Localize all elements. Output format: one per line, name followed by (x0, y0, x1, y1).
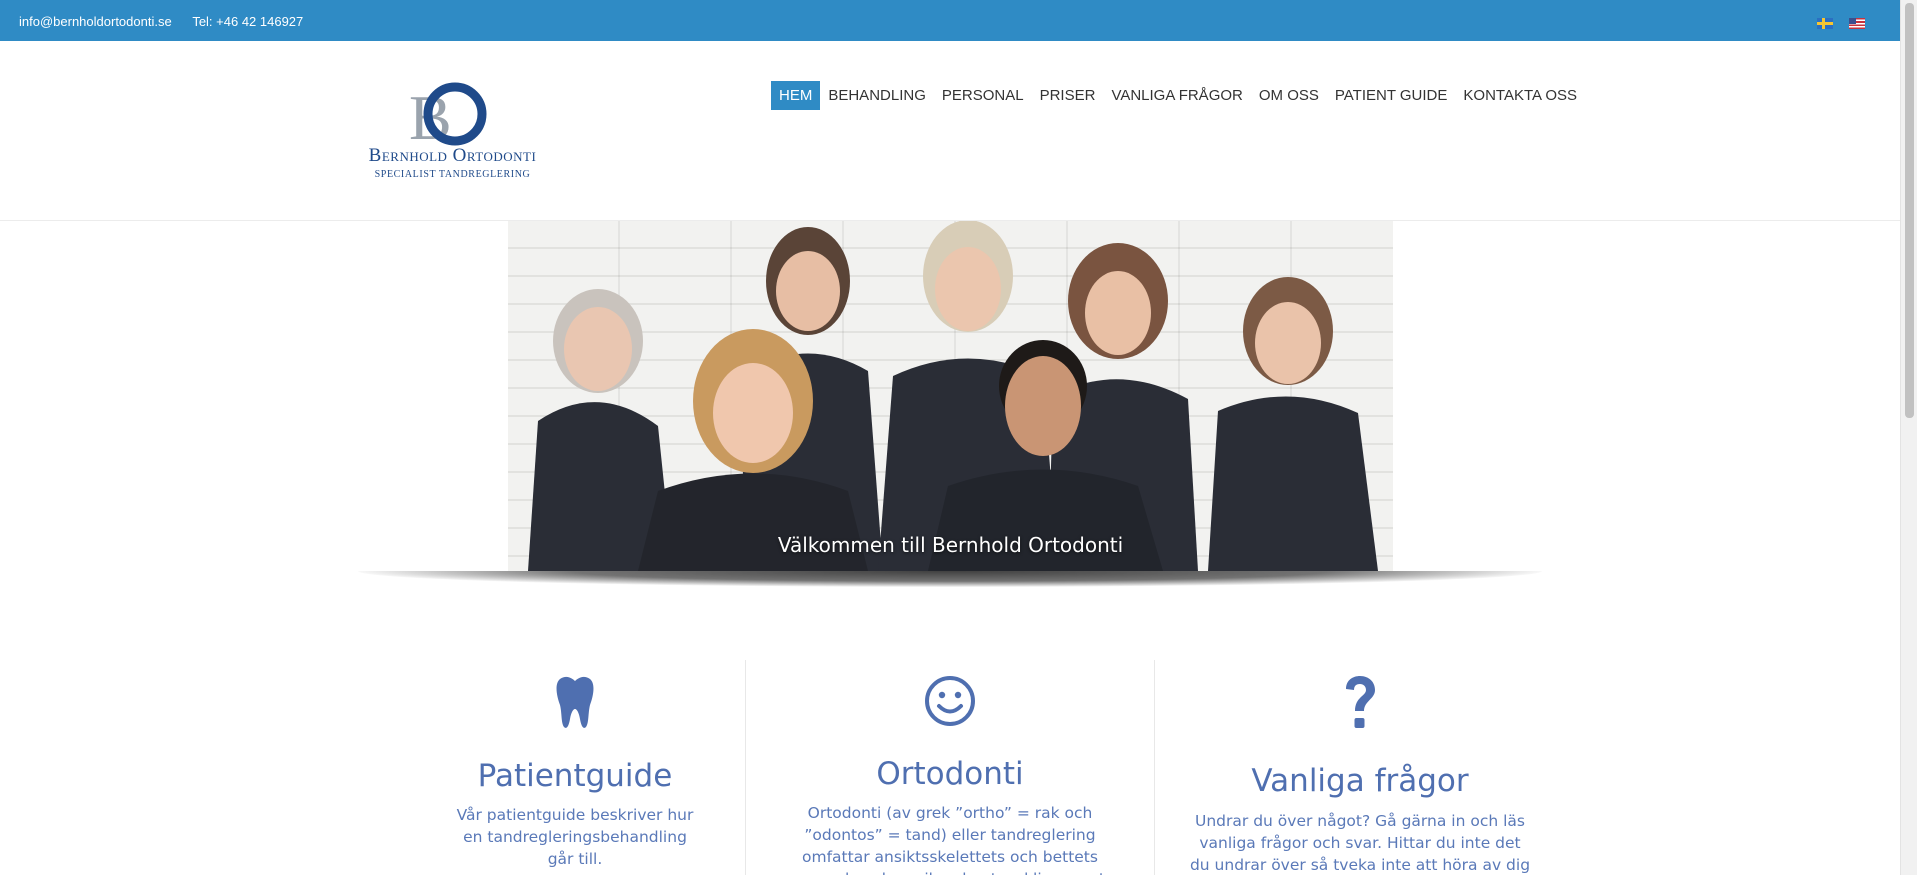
hero-image[interactable]: Välkommen till Bernhold Ortodonti (508, 221, 1393, 571)
feature-patientguide[interactable]: Patientguide Vår patientguide beskriver … (370, 660, 780, 875)
smiley-icon (925, 676, 975, 726)
language-switcher (1817, 18, 1865, 29)
feature-text: Vår patientguide beskriver hur en tandre… (456, 806, 694, 868)
phone-number[interactable]: Tel: +46 42 146927 (192, 14, 303, 29)
hero-shadow (358, 571, 1542, 587)
email-link[interactable]: info@bernholdortodonti.se (19, 14, 172, 29)
feature-vanliga-fragor[interactable]: Vanliga frågor Undrar du över något? Gå … (1155, 660, 1565, 875)
staff-group-photo (528, 221, 1378, 571)
page-scrollbar[interactable] (1900, 0, 1917, 875)
nav-item-om-oss[interactable]: OM OSS (1251, 81, 1327, 110)
contact-info: info@bernholdortodonti.se Tel: +46 42 14… (19, 14, 303, 29)
nav-item-vanliga-fragor[interactable]: VANLIGA FRÅGOR (1103, 81, 1250, 110)
hero-caption: Välkommen till Bernhold Ortodonti (777, 533, 1124, 557)
flag-usa-icon[interactable] (1849, 18, 1865, 29)
logo[interactable]: B Bernhold Ortodonti SPECIALIST TANDREGL… (350, 81, 555, 186)
nav-item-behandling[interactable]: BEHANDLING (820, 81, 934, 110)
brand-name: Bernhold Ortodonti (368, 145, 537, 166)
nav-item-hem[interactable]: HEM (771, 81, 821, 110)
nav-item-patient-guide[interactable]: PATIENT GUIDE (1327, 81, 1456, 110)
main-nav: HEM BEHANDLING PERSONAL PRISER VANLIGA F… (771, 81, 1585, 110)
feature-text: Undrar du över något? Gå gärna in och lä… (1189, 812, 1531, 874)
person-5 (1208, 277, 1378, 571)
site-header: B Bernhold Ortodonti SPECIALIST TANDREGL… (0, 41, 1900, 221)
top-contact-bar: info@bernholdortodonti.se Tel: +46 42 14… (0, 0, 1900, 41)
feature-columns: Patientguide Vår patientguide beskriver … (370, 660, 1540, 875)
tooth-icon (556, 676, 594, 728)
brand-tagline: SPECIALIST TANDREGLERING (374, 169, 531, 180)
feature-title[interactable]: Ortodonti (746, 756, 1154, 792)
nav-item-personal[interactable]: PERSONAL (934, 81, 1032, 110)
feature-ortodonti[interactable]: Ortodonti Ortodonti (av grek ”ortho” = r… (745, 660, 1155, 875)
feature-text: Ortodonti (av grek ”ortho” = rak och ”od… (795, 804, 1105, 875)
feature-title[interactable]: Patientguide (370, 758, 780, 794)
flag-sweden-icon[interactable] (1817, 18, 1833, 29)
question-icon (1346, 676, 1375, 728)
nav-item-kontakta-oss[interactable]: KONTAKTA OSS (1455, 81, 1585, 110)
bo-monogram-icon: B (409, 82, 487, 147)
feature-title[interactable]: Vanliga frågor (1155, 763, 1565, 799)
scrollbar-thumb[interactable] (1905, 3, 1914, 418)
hero-slider: Välkommen till Bernhold Ortodonti (358, 221, 1542, 591)
nav-item-priser[interactable]: PRISER (1032, 81, 1104, 110)
